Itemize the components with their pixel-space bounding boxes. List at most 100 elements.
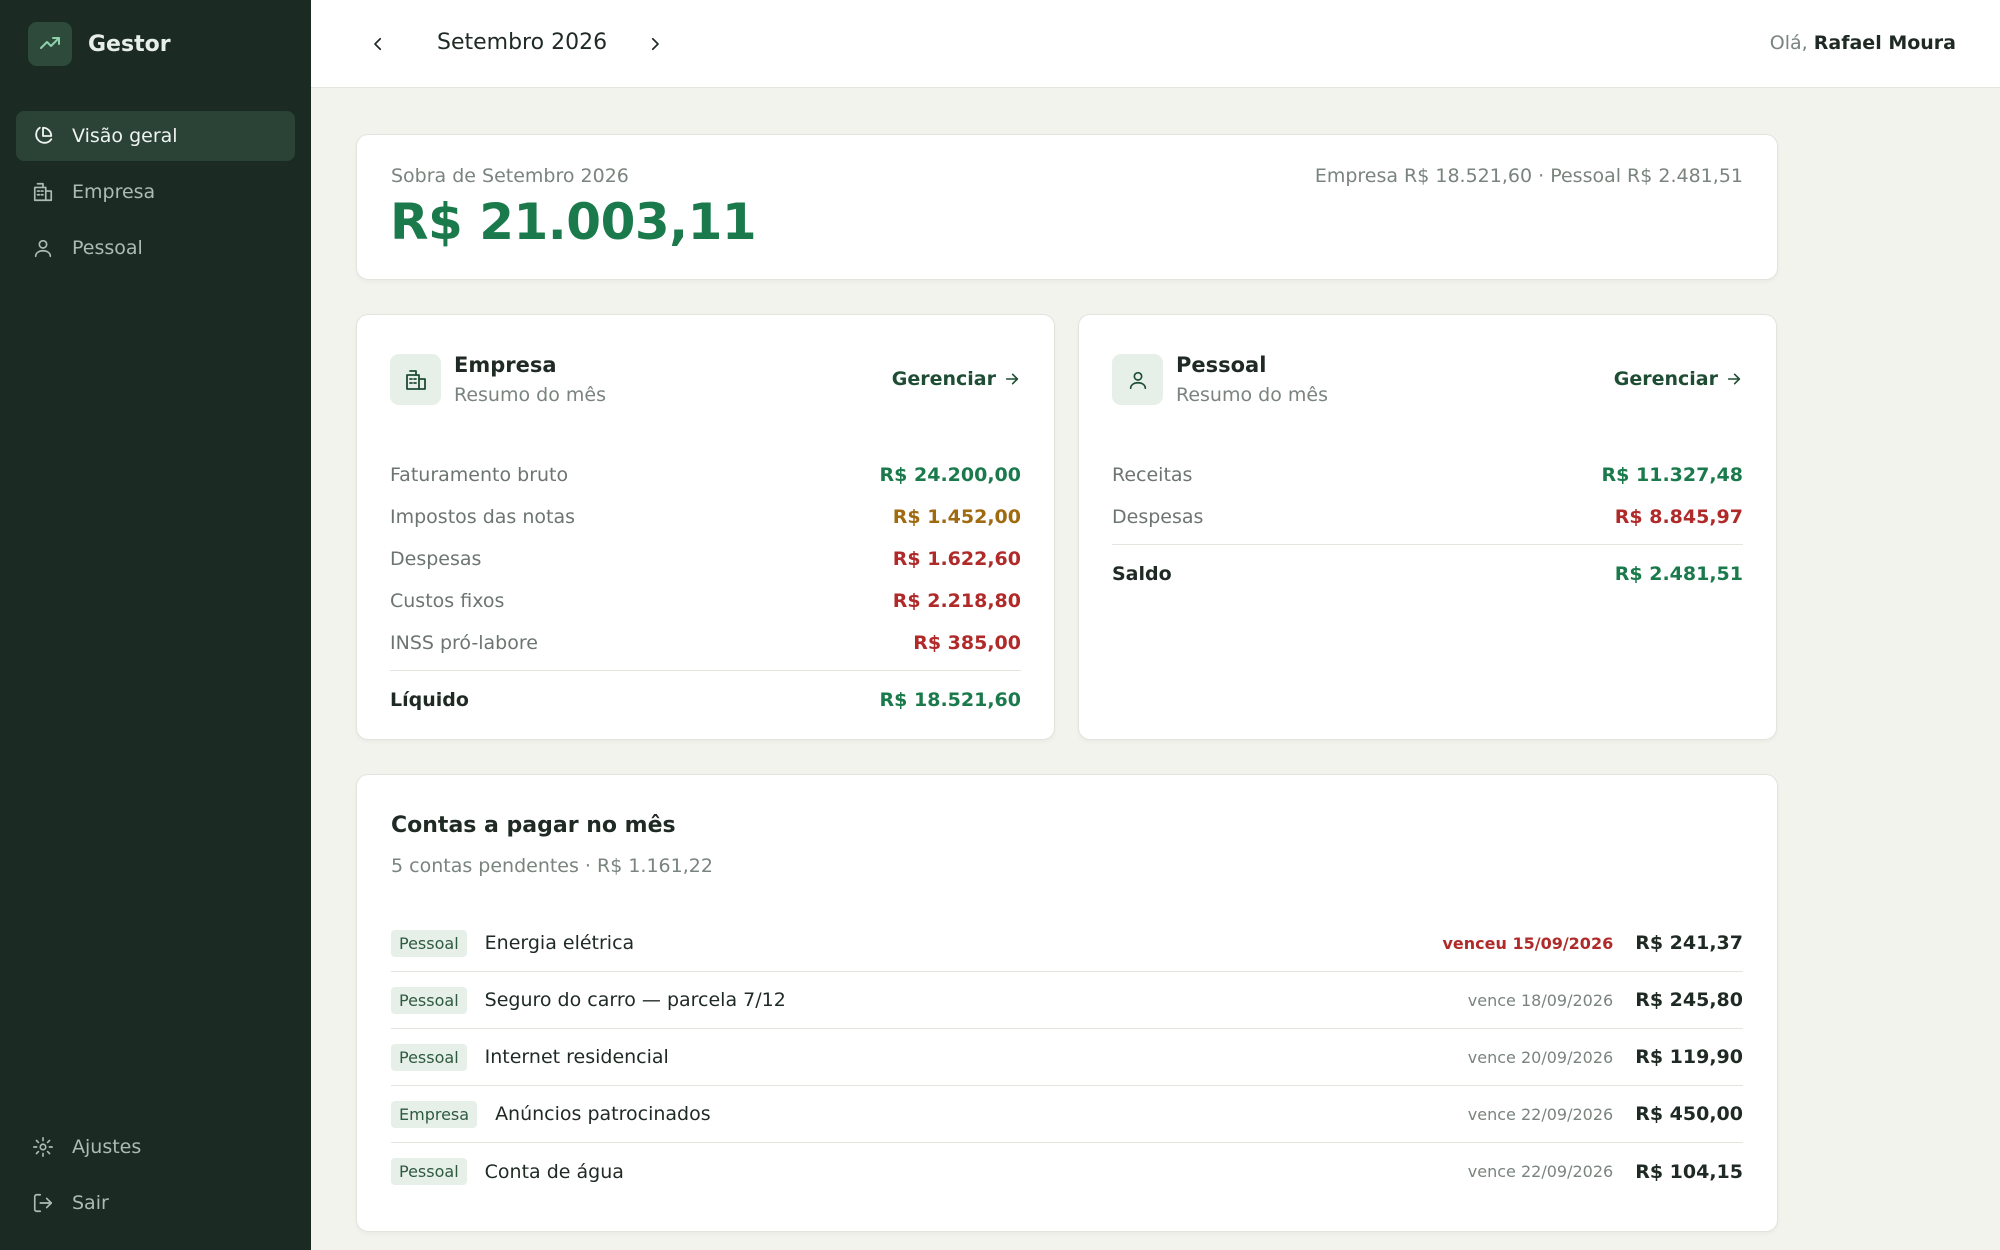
arrow-right-icon: [1004, 371, 1020, 387]
pessoal-card: Pessoal Resumo do mês Gerenciar Receitas…: [1078, 314, 1777, 740]
sidebar-item-label: Sair: [72, 1192, 109, 1214]
pessoal-rows: Receitas R$ 11.327,48 Despesas R$ 8.845,…: [1112, 454, 1743, 595]
next-month-button[interactable]: [639, 28, 671, 60]
user-greeting[interactable]: Olá, Rafael Moura: [1770, 32, 1956, 54]
logout-icon: [32, 1192, 54, 1214]
bill-amount: R$ 104,15: [1635, 1160, 1743, 1183]
bills-card: Contas a pagar no mês 5 contas pendentes…: [356, 774, 1778, 1232]
row-custos-fixos: Custos fixos R$ 2.218,80: [390, 580, 1021, 622]
monthly-surplus-card: Sobra de Setembro 2026 R$ 21.003,11 Empr…: [356, 134, 1778, 280]
sidebar-item-label: Pessoal: [72, 237, 143, 259]
pessoal-title: Pessoal: [1176, 353, 1267, 377]
bills-subtitle: 5 contas pendentes · R$ 1.161,22: [391, 855, 713, 877]
row-inss: INSS pró-labore R$ 385,00: [390, 622, 1021, 664]
bill-amount: R$ 245,80: [1635, 989, 1743, 1011]
gear-icon: [32, 1136, 54, 1158]
empresa-manage-link[interactable]: Gerenciar: [892, 368, 1020, 390]
user-icon: [32, 237, 54, 259]
manage-label: Gerenciar: [891, 368, 996, 390]
row-value: R$ 24.200,00: [879, 464, 1021, 486]
empresa-rows: Faturamento bruto R$ 24.200,00 Impostos …: [390, 454, 1021, 721]
row-value: R$ 18.521,60: [879, 689, 1021, 711]
bill-due-date: vence 22/09/2026: [1467, 1162, 1614, 1181]
list-item[interactable]: Pessoal Seguro do carro — parcela 7/12 v…: [391, 972, 1743, 1029]
sidebar-item-visao-geral[interactable]: Visão geral: [16, 111, 295, 161]
list-item[interactable]: Pessoal Energia elétrica venceu 15/09/20…: [391, 915, 1743, 972]
list-item[interactable]: Pessoal Internet residencial vence 20/09…: [391, 1029, 1743, 1086]
sidebar-item-label: Empresa: [72, 181, 156, 203]
pie-chart-icon: [32, 125, 54, 147]
pessoal-manage-link[interactable]: Gerenciar: [1614, 368, 1742, 390]
sidebar-nav: Visão geral Empresa Pessoal: [16, 111, 295, 279]
bill-name: Seguro do carro — parcela 7/12: [484, 989, 786, 1011]
empresa-card: Empresa Resumo do mês Gerenciar Faturame…: [356, 314, 1055, 740]
category-tag: Pessoal: [391, 1043, 467, 1071]
sidebar-item-empresa[interactable]: Empresa: [16, 167, 295, 217]
bill-due-date: vence 20/09/2026: [1467, 1047, 1614, 1067]
surplus-label: Sobra de Setembro 2026: [391, 165, 629, 187]
empresa-subtitle: Resumo do mês: [454, 384, 606, 406]
row-despesas: Despesas R$ 1.622,60: [390, 538, 1021, 580]
row-label: INSS pró-labore: [390, 632, 538, 654]
row-label: Despesas: [1112, 506, 1204, 528]
bill-name: Internet residencial: [484, 1046, 669, 1068]
row-liquido: Líquido R$ 18.521,60: [390, 679, 1021, 721]
list-item[interactable]: Pessoal Conta de água vence 22/09/2026 R…: [391, 1143, 1743, 1200]
sidebar-item-ajustes[interactable]: Ajustes: [16, 1122, 295, 1172]
arrow-right-icon: [1726, 371, 1742, 387]
bills-title: Contas a pagar no mês: [391, 813, 676, 838]
manage-label: Gerenciar: [1613, 368, 1718, 390]
row-label: Despesas: [390, 548, 482, 570]
row-label: Receitas: [1112, 464, 1193, 486]
current-month: Setembro 2026: [437, 30, 608, 55]
row-despesas: Despesas R$ 8.845,97: [1112, 496, 1743, 538]
row-value: R$ 11.327,48: [1601, 464, 1743, 486]
chevron-right-icon: [651, 37, 659, 51]
row-faturamento: Faturamento bruto R$ 24.200,00: [390, 454, 1021, 496]
sidebar-item-label: Visão geral: [72, 125, 178, 147]
building-icon: [390, 354, 441, 405]
topbar: Setembro 2026 Olá, Rafael Moura: [311, 0, 2000, 88]
category-tag: Pessoal: [391, 1158, 467, 1185]
divider: [390, 670, 1021, 671]
bill-name: Conta de água: [484, 1160, 624, 1183]
sidebar-item-label: Ajustes: [72, 1136, 142, 1158]
row-label: Custos fixos: [390, 590, 505, 612]
sidebar-bottom-nav: Ajustes Sair: [16, 1122, 295, 1234]
bill-amount: R$ 450,00: [1635, 1103, 1743, 1125]
row-value: R$ 2.218,80: [892, 590, 1021, 612]
bill-due-date: venceu 15/09/2026: [1442, 933, 1614, 953]
brand[interactable]: Gestor: [28, 22, 171, 66]
bill-amount: R$ 241,37: [1635, 932, 1743, 954]
row-value: R$ 2.481,51: [1614, 563, 1743, 585]
row-receitas: Receitas R$ 11.327,48: [1112, 454, 1743, 496]
sidebar-item-pessoal[interactable]: Pessoal: [16, 223, 295, 273]
greeting-prefix: Olá,: [1769, 32, 1808, 54]
list-item[interactable]: Empresa Anúncios patrocinados vence 22/0…: [391, 1086, 1743, 1143]
surplus-split: Empresa R$ 18.521,60 · Pessoal R$ 2.481,…: [1314, 165, 1743, 187]
empresa-title: Empresa: [454, 353, 557, 377]
row-label: Impostos das notas: [390, 506, 576, 528]
category-tag: Empresa: [391, 1100, 478, 1128]
row-value: R$ 1.452,00: [892, 506, 1021, 528]
chevron-left-icon: [374, 37, 382, 51]
bill-name: Energia elétrica: [484, 932, 635, 954]
user-name: Rafael Moura: [1813, 32, 1956, 54]
row-impostos: Impostos das notas R$ 1.452,00: [390, 496, 1021, 538]
sidebar-item-sair[interactable]: Sair: [16, 1178, 295, 1228]
row-saldo: Saldo R$ 2.481,51: [1112, 553, 1743, 595]
row-value: R$ 8.845,97: [1614, 506, 1743, 528]
bill-amount: R$ 119,90: [1635, 1046, 1743, 1068]
trending-up-icon: [28, 22, 72, 66]
category-tag: Pessoal: [391, 986, 467, 1014]
pessoal-subtitle: Resumo do mês: [1176, 384, 1328, 406]
bill-list: Pessoal Energia elétrica venceu 15/09/20…: [391, 915, 1743, 1200]
row-label: Saldo: [1112, 563, 1172, 585]
previous-month-button[interactable]: [362, 28, 394, 60]
row-label: Líquido: [390, 689, 469, 711]
sidebar: Gestor Visão geral Empresa Pessoal Ajust…: [0, 0, 311, 1250]
divider: [1112, 544, 1743, 545]
bill-due-date: vence 18/09/2026: [1467, 990, 1614, 1010]
row-value: R$ 385,00: [913, 632, 1021, 654]
building-icon: [32, 181, 54, 203]
